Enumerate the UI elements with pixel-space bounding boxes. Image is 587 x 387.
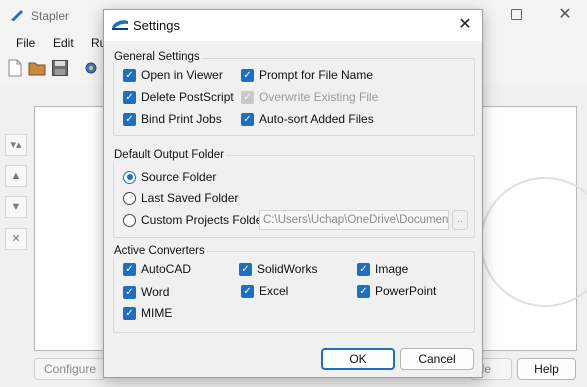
- move-top-icon[interactable]: ▾▴: [5, 134, 27, 156]
- checkbox[interactable]: ✓: [123, 90, 136, 104]
- move-down-icon[interactable]: ▼: [5, 196, 27, 218]
- checkbox[interactable]: ✓: [123, 306, 136, 320]
- checkbox[interactable]: ✓: [241, 284, 254, 298]
- ok-button[interactable]: OK: [321, 348, 395, 370]
- radio-button[interactable]: [123, 213, 136, 227]
- drop-target-graphic: [480, 177, 587, 307]
- stapler-settings-icon: [112, 20, 128, 30]
- settings-dialog: Settings ✕ General Settings ✓ Open in Vi…: [103, 9, 483, 378]
- checkbox[interactable]: ✓: [357, 262, 370, 276]
- radio-button[interactable]: [123, 170, 136, 184]
- move-up-icon[interactable]: ▲: [5, 165, 27, 187]
- new-file-icon[interactable]: [6, 59, 24, 77]
- converter-mime-option[interactable]: ✓ MIME: [123, 305, 172, 321]
- browse-folder-button: ..: [452, 210, 468, 230]
- converter-solidworks-option[interactable]: ✓ SolidWorks: [239, 261, 317, 277]
- open-in-viewer-option[interactable]: ✓ Open in Viewer: [123, 67, 223, 83]
- converter-powerpoint-option[interactable]: ✓ PowerPoint: [357, 283, 436, 299]
- menu-edit[interactable]: Edit: [53, 36, 74, 50]
- bind-print-jobs-option[interactable]: ✓ Bind Print Jobs: [123, 111, 222, 127]
- delete-postscript-option[interactable]: ✓ Delete PostScript: [123, 89, 234, 105]
- checkbox: ✓: [241, 90, 254, 104]
- app-title: Stapler: [31, 9, 70, 23]
- checkbox[interactable]: ✓: [123, 285, 136, 299]
- overwrite-existing-file-option: ✓ Overwrite Existing File: [241, 89, 378, 105]
- radio-button[interactable]: [123, 191, 136, 205]
- active-converters-label: Active Converters: [112, 245, 207, 257]
- menu-file[interactable]: File: [16, 36, 35, 50]
- source-folder-option[interactable]: Source Folder: [123, 169, 216, 185]
- stapler-logo-icon: [11, 10, 23, 21]
- dialog-titlebar: Settings ✕: [104, 10, 482, 41]
- output-folder-label: Default Output Folder: [112, 149, 226, 161]
- custom-folder-path-field: C:\Users\Uchap\OneDrive\Document: [259, 210, 449, 230]
- configure-button[interactable]: Configure: [34, 358, 106, 380]
- last-saved-folder-option[interactable]: Last Saved Folder: [123, 190, 238, 206]
- close-icon[interactable]: ✕: [555, 5, 575, 25]
- general-settings-label: General Settings: [112, 51, 202, 63]
- checkbox[interactable]: ✓: [123, 68, 136, 82]
- settings-gear-icon[interactable]: [82, 59, 100, 77]
- help-button[interactable]: Help: [517, 358, 576, 380]
- remove-icon[interactable]: ✕: [5, 228, 27, 250]
- checkbox[interactable]: ✓: [123, 262, 136, 276]
- maximize-icon[interactable]: [511, 9, 522, 20]
- converter-excel-option[interactable]: ✓ Excel: [241, 283, 288, 299]
- checkbox[interactable]: ✓: [357, 284, 370, 298]
- custom-projects-folder-option[interactable]: Custom Projects Folder: [123, 212, 266, 228]
- cancel-button[interactable]: Cancel: [400, 348, 474, 370]
- checkbox[interactable]: ✓: [241, 68, 254, 82]
- checkbox[interactable]: ✓: [239, 262, 252, 276]
- dialog-title: Settings: [133, 18, 180, 33]
- converter-image-option[interactable]: ✓ Image: [357, 261, 408, 277]
- prompt-for-file-name-option[interactable]: ✓ Prompt for File Name: [241, 67, 373, 83]
- open-folder-icon[interactable]: [28, 59, 46, 77]
- checkbox[interactable]: ✓: [241, 112, 254, 126]
- close-icon[interactable]: ✕: [454, 14, 476, 36]
- checkbox[interactable]: ✓: [123, 112, 136, 126]
- auto-sort-added-files-option[interactable]: ✓ Auto-sort Added Files: [241, 111, 374, 127]
- converter-autocad-option[interactable]: ✓ AutoCAD: [123, 261, 191, 277]
- save-icon[interactable]: [51, 59, 69, 77]
- converter-word-option[interactable]: ✓ Word: [123, 284, 169, 300]
